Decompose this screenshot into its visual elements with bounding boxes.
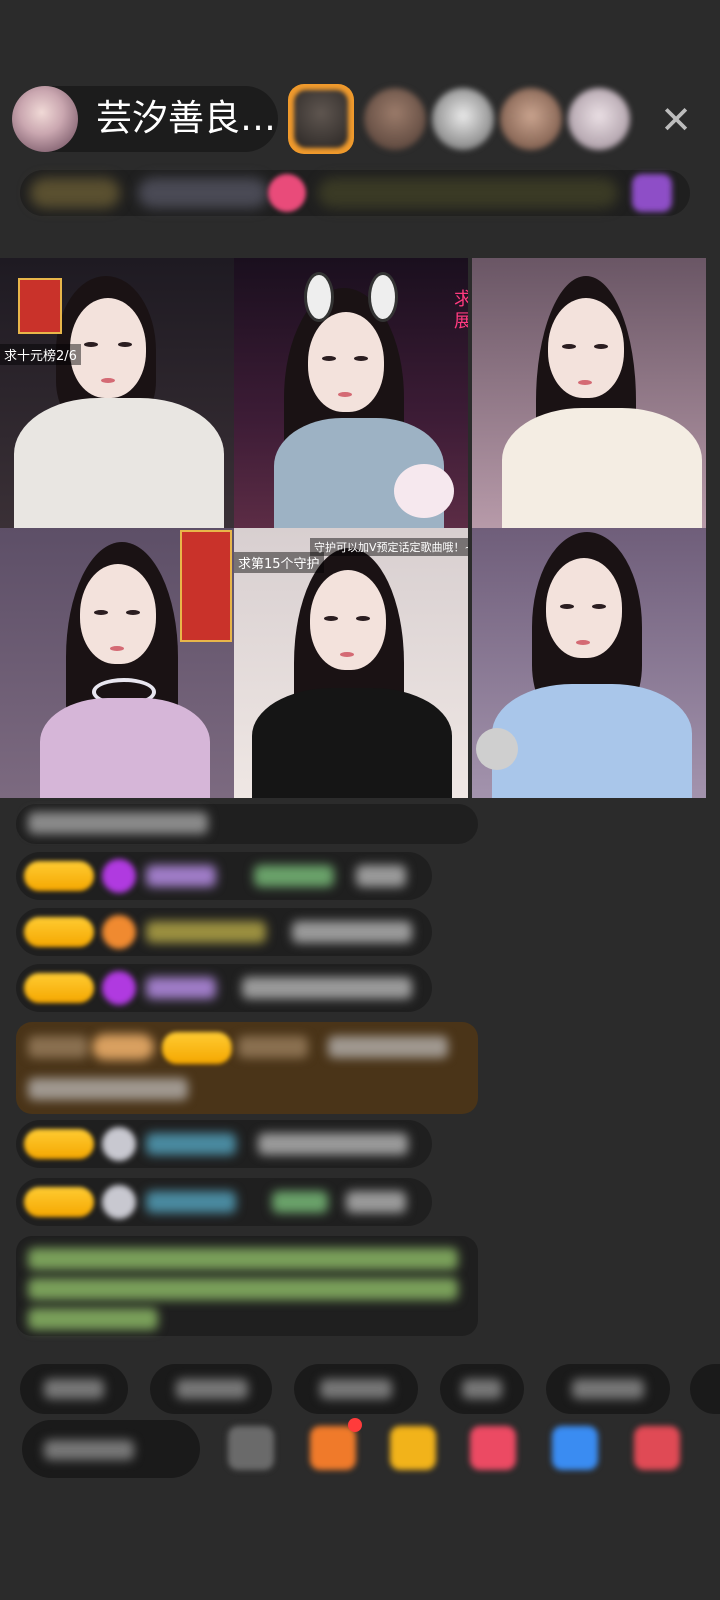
notification-dot (348, 1418, 362, 1432)
bunny-ear (304, 272, 334, 322)
chat-message-highlight[interactable] (16, 1022, 478, 1114)
gift-box-icon[interactable] (310, 1426, 356, 1470)
microphone (476, 728, 518, 770)
room-tile-2[interactable]: 求展 (234, 258, 468, 528)
chat-message[interactable] (16, 804, 478, 844)
game-icon[interactable] (470, 1426, 516, 1470)
room-overlay-text: 求展 (454, 289, 468, 332)
gem-icon (102, 971, 136, 1005)
rank-chip[interactable] (30, 178, 120, 208)
quick-reply-chip[interactable] (690, 1364, 720, 1414)
viewer-avatar[interactable] (432, 88, 494, 150)
pink-icon[interactable] (268, 174, 306, 212)
viewer-avatar[interactable] (568, 88, 630, 150)
gift-icon[interactable] (632, 174, 672, 212)
gem-icon (102, 859, 136, 893)
red-envelope (18, 278, 62, 334)
system-notice (16, 1236, 478, 1336)
viewer-avatar[interactable] (364, 88, 426, 150)
user-level-badge (24, 973, 94, 1003)
avatar (102, 1185, 136, 1219)
link-mic-icon[interactable] (552, 1426, 598, 1470)
close-icon[interactable]: ✕ (656, 100, 696, 140)
host-avatar[interactable] (12, 86, 78, 152)
avatar (102, 1127, 136, 1161)
fans-chip[interactable] (138, 178, 268, 208)
emoji-icon[interactable] (228, 1426, 274, 1470)
chat-message[interactable] (16, 852, 432, 900)
room-tile-1[interactable]: 求十元榜2/6 (0, 258, 234, 528)
room-banner: 守护可以加V预定话定歌曲哦！~ (310, 538, 468, 556)
task-chip[interactable] (318, 178, 618, 208)
red-envelope (180, 530, 232, 642)
viewer-avatar[interactable] (500, 88, 562, 150)
room-tile-6[interactable] (472, 528, 706, 798)
user-level-badge (24, 861, 94, 891)
chat-message[interactable] (16, 908, 432, 956)
chat-message[interactable] (16, 964, 432, 1012)
fan-club-icon (102, 915, 136, 949)
top-viewer-avatar[interactable] (288, 84, 354, 154)
host-name[interactable]: 芸汐善良… (96, 96, 276, 142)
room-tile-3[interactable] (472, 258, 706, 528)
user-level-badge (162, 1032, 232, 1064)
treasure-icon[interactable] (390, 1426, 436, 1470)
chat-message[interactable] (16, 1178, 432, 1226)
bunny-ear (368, 272, 398, 322)
video-grid: 求十元榜2/6 求展 求第15个守护 守护可以加V预定话定歌曲哦！~ (0, 258, 706, 798)
user-level-badge (24, 917, 94, 947)
room-overlay-text: 求十元榜2/6 (0, 344, 81, 365)
chat-message[interactable] (16, 1120, 432, 1168)
room-tile-4[interactable] (0, 528, 234, 798)
more-icon[interactable] (634, 1426, 680, 1470)
bear-sticker (394, 464, 454, 518)
user-level-badge (24, 1187, 94, 1217)
user-level-badge (24, 1129, 94, 1159)
room-tile-5[interactable]: 求第15个守护 守护可以加V预定话定歌曲哦！~ (234, 528, 468, 798)
